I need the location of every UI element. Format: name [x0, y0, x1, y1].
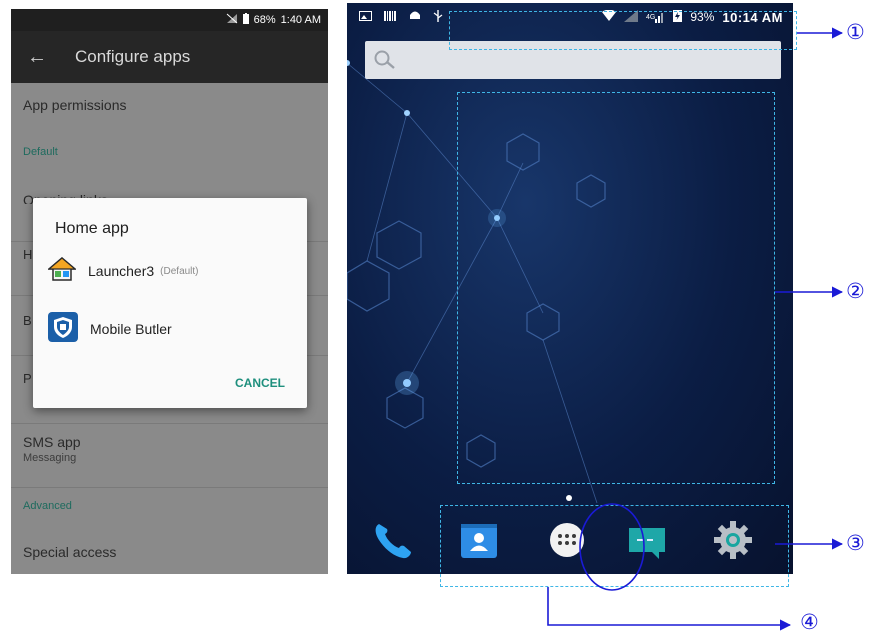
cancel-button[interactable]: CANCEL: [235, 376, 285, 390]
status-time: 1:40 AM: [280, 14, 321, 26]
sms-app-subtitle: Messaging: [23, 452, 77, 464]
launcher-house-icon: [46, 256, 78, 287]
divider: [11, 487, 328, 488]
back-arrow-icon[interactable]: ←: [11, 46, 63, 69]
sms-app-item[interactable]: SMS app Messaging: [23, 434, 81, 464]
divider: [11, 423, 328, 424]
default-tag: (Default): [160, 265, 199, 277]
home-app-dialog: Home app Launcher3 (Default) Mobile Butl…: [33, 198, 307, 408]
android-notification-icon: [409, 10, 421, 24]
status-bar: 68% 1:40 AM: [11, 9, 328, 31]
callout-2: ②: [846, 280, 865, 303]
callout-4: ④: [800, 611, 819, 634]
dock-highlight-box: [440, 505, 789, 587]
status-bar-highlight-box: [449, 11, 797, 50]
battery-percent: 68%: [253, 14, 276, 26]
dialog-title: Home app: [55, 220, 129, 237]
app-bar: ← Configure apps: [11, 31, 328, 83]
search-icon: [373, 49, 397, 76]
barcode-notification-icon: [384, 10, 397, 24]
callout-3: ③: [846, 532, 865, 555]
special-access-item[interactable]: Special access: [23, 544, 116, 560]
phone-row-fragment: P: [23, 371, 32, 386]
widget-area-highlight-box: [457, 92, 775, 484]
home-app-row-fragment: H: [23, 247, 33, 262]
default-section-header: Default: [23, 146, 58, 158]
usb-icon: [433, 9, 443, 25]
image-notification-icon: [359, 10, 372, 24]
browser-row-fragment: B: [23, 313, 32, 328]
app-permissions-item[interactable]: App permissions: [23, 97, 127, 113]
option-name: Mobile Butler: [90, 321, 172, 337]
special-access-label: Special access: [23, 544, 117, 560]
sms-app-label: SMS app: [23, 434, 81, 450]
callout-1: ①: [846, 21, 865, 44]
phone-dialer-icon[interactable]: [371, 518, 415, 562]
mobile-butler-shield-icon: [48, 311, 78, 347]
mobile-butler-option[interactable]: Mobile Butler: [48, 311, 172, 347]
option-name: Launcher3: [88, 263, 155, 279]
app-permissions-label: App permissions: [23, 97, 127, 113]
page-indicator[interactable]: [566, 495, 572, 501]
battery-icon: [242, 13, 249, 27]
page-title: Configure apps: [75, 47, 191, 66]
launcher3-option[interactable]: Launcher3 (Default): [46, 256, 199, 287]
advanced-section-header: Advanced: [23, 500, 72, 512]
no-signal-icon: [226, 13, 238, 27]
